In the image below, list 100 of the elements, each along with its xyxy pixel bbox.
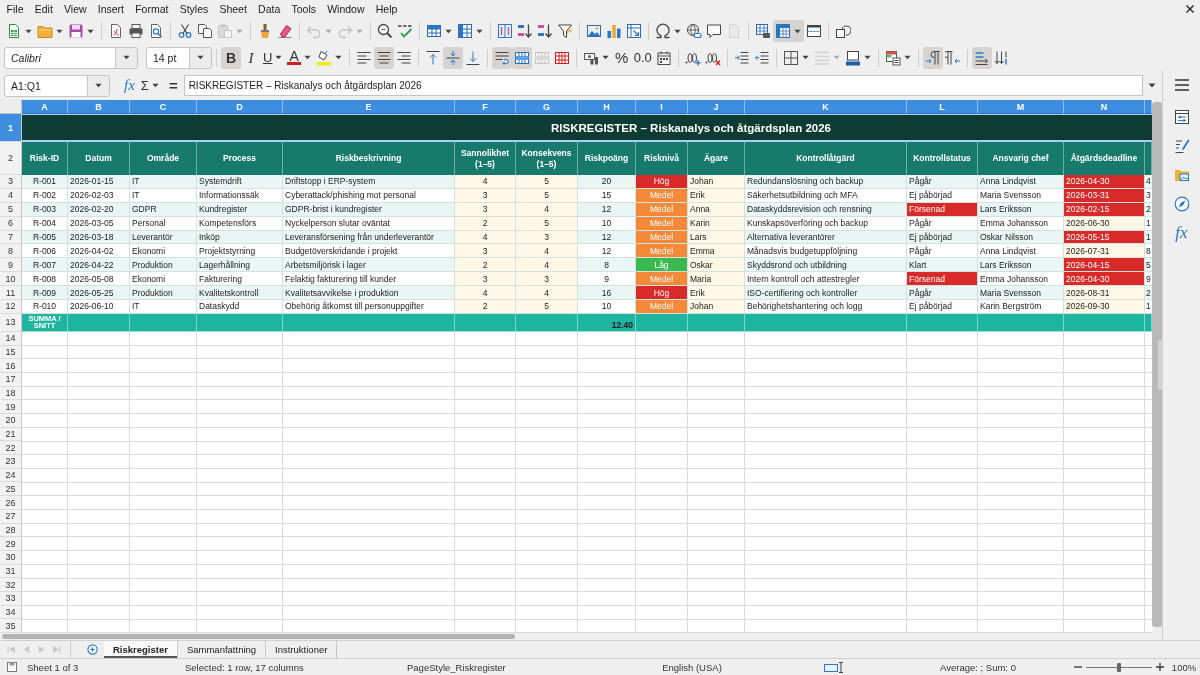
bold-button[interactable]: B: [221, 46, 241, 69]
font-name-field[interactable]: Calibri: [4, 46, 138, 69]
menu-item[interactable]: Sheet: [213, 3, 253, 15]
sidebar-handle[interactable]: [1158, 340, 1163, 390]
functions-button[interactable]: fx: [1169, 221, 1194, 245]
add-sheet-icon[interactable]: [87, 644, 98, 655]
caret-icon[interactable]: [1148, 83, 1156, 88]
menu-item[interactable]: Styles: [174, 3, 214, 15]
function-wizard-button[interactable]: fx: [124, 77, 135, 94]
row-header[interactable]: 16: [0, 359, 22, 373]
font-size-field[interactable]: 14 pt: [146, 46, 212, 69]
freeze-button[interactable]: [773, 20, 804, 42]
row-header[interactable]: 2: [0, 142, 22, 175]
language[interactable]: English (USA): [662, 661, 722, 673]
row-header[interactable]: 3: [0, 175, 22, 189]
menu-item[interactable]: View: [58, 3, 93, 15]
caret-icon[interactable]: [863, 55, 871, 60]
row-header[interactable]: 29: [0, 537, 22, 551]
row-header[interactable]: 9: [0, 258, 22, 273]
name-box[interactable]: A1:Q1: [4, 74, 110, 97]
menu-item[interactable]: Tools: [285, 3, 322, 15]
zoom-level[interactable]: 100%: [1171, 661, 1197, 673]
row-header[interactable]: 26: [0, 496, 22, 510]
caret-icon[interactable]: [674, 28, 681, 34]
caret-icon[interactable]: [87, 28, 94, 34]
zoom-in-icon[interactable]: [1156, 663, 1164, 671]
sheet-tab[interactable]: Riskregister: [104, 641, 178, 658]
merge-center-button[interactable]: [511, 46, 532, 69]
table-cell: Projektstyrning: [197, 244, 283, 259]
number-format-button[interactable]: 0.0: [631, 46, 654, 69]
caret-icon[interactable]: [601, 55, 609, 60]
table-cell: 10: [578, 300, 636, 314]
page-style[interactable]: PageStyle_Riskregister: [407, 661, 506, 673]
menu-item[interactable]: Help: [370, 3, 403, 15]
zoom-slider[interactable]: [1086, 662, 1152, 672]
menu-item[interactable]: File: [1, 3, 30, 15]
caret-icon[interactable]: [476, 28, 483, 34]
row-header[interactable]: 23: [0, 455, 22, 469]
shapes-icon: [835, 23, 851, 39]
menu-item[interactable]: Insert: [92, 3, 130, 15]
menu-icon[interactable]: [1174, 79, 1189, 91]
menu-item[interactable]: Window: [321, 3, 371, 15]
left-to-right-button[interactable]: [922, 46, 943, 69]
row-header[interactable]: 22: [0, 441, 22, 456]
caret-icon[interactable]: [151, 83, 159, 88]
menu-item[interactable]: Edit: [29, 3, 59, 15]
italic-button[interactable]: I: [241, 46, 261, 69]
empty-cell-grid[interactable]: [22, 331, 1152, 633]
properties-icon: [1173, 109, 1190, 125]
caret-icon[interactable]: [95, 83, 102, 88]
close-icon[interactable]: [1186, 5, 1194, 13]
column-heading: Riskbeskrivning: [283, 142, 455, 175]
zoom-out-icon[interactable]: [1074, 663, 1082, 671]
align-center-button[interactable]: [373, 46, 394, 69]
row-header[interactable]: 11: [0, 286, 22, 300]
table-cell: Månadsvis budgetuppföljning: [745, 244, 907, 259]
formula-input[interactable]: RISKREGISTER – Riskanalys och åtgärdsplan 2026: [183, 75, 1143, 96]
sheet-tab[interactable]: Sammanfattning: [177, 641, 267, 658]
row-header[interactable]: 19: [0, 400, 22, 415]
document-status-icon[interactable]: [6, 661, 18, 673]
column-heading: Konsekvens (1–5): [516, 142, 578, 175]
caret-icon[interactable]: [794, 28, 801, 34]
row-header[interactable]: 20: [0, 414, 22, 428]
menu-item[interactable]: Data: [252, 3, 286, 15]
caret-icon[interactable]: [25, 28, 32, 34]
row-header[interactable]: 8: [0, 244, 22, 259]
table-cell: Felaktig fakturering till kunder: [283, 272, 455, 287]
caret-icon[interactable]: [56, 28, 63, 34]
menu-item[interactable]: Format: [129, 3, 175, 15]
row-header[interactable]: 25: [0, 482, 22, 497]
formula-button[interactable]: =: [165, 77, 181, 94]
column-heading: Ägare: [688, 142, 745, 175]
selection-mode-icon[interactable]: [824, 661, 846, 673]
table-cell: Försenad: [907, 272, 978, 287]
caret-icon[interactable]: [903, 55, 911, 60]
sum-button[interactable]: Σ: [138, 74, 162, 97]
caret-icon[interactable]: [334, 55, 342, 60]
caret-icon[interactable]: [801, 55, 809, 60]
page-icon: [726, 23, 742, 39]
scrollbar-thumb[interactable]: [1152, 102, 1162, 627]
underline-button[interactable]: U: [261, 46, 286, 69]
percent-button[interactable]: %: [611, 46, 632, 69]
row-header[interactable]: 10: [0, 272, 22, 287]
wrap-text-button[interactable]: [491, 46, 512, 69]
text-horizontal-button[interactable]: [971, 46, 992, 69]
caret-icon[interactable]: [445, 28, 452, 34]
font-color-button[interactable]: A: [285, 46, 314, 69]
slider-thumb[interactable]: [1117, 662, 1121, 672]
caret-icon[interactable]: [275, 55, 283, 60]
row-header[interactable]: 32: [0, 578, 22, 592]
row-header[interactable]: 35: [0, 619, 22, 633]
table-cell: Ej påbörjad: [907, 300, 978, 314]
scrollbar-thumb[interactable]: [2, 634, 515, 639]
caret-icon[interactable]: [197, 55, 204, 60]
sheet-tab[interactable]: Instruktioner: [266, 641, 338, 658]
row-header[interactable]: 12: [0, 300, 22, 314]
table-cell: 2026-05-25: [68, 286, 130, 300]
caret-icon[interactable]: [123, 55, 130, 60]
styles-icon: [1173, 138, 1190, 154]
caret-icon[interactable]: [303, 55, 311, 60]
